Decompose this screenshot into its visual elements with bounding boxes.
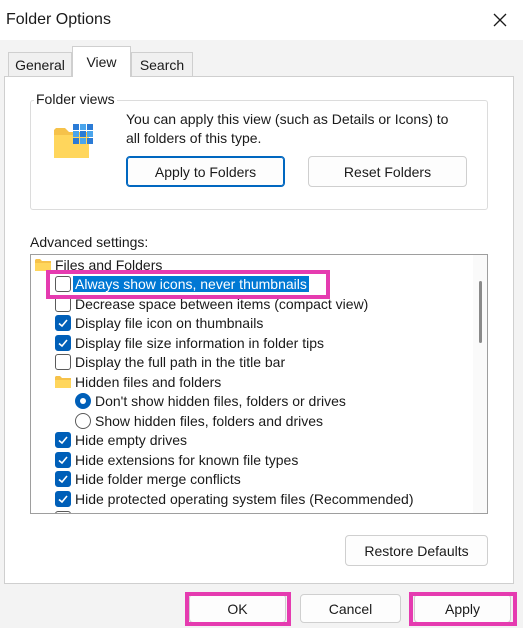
checkbox[interactable] (55, 431, 71, 448)
setting-label: Don't show hidden files, folders or driv… (95, 392, 346, 409)
checkbox[interactable] (55, 510, 71, 513)
checkmark-icon (58, 474, 68, 483)
tab-general-label: General (15, 57, 65, 73)
window-title: Folder Options (6, 11, 111, 28)
checkbox[interactable] (55, 470, 71, 487)
setting-label: Hide folder merge conflicts (75, 470, 241, 487)
setting-dont-show-hidden[interactable]: Don't show hidden files, folders or driv… (75, 391, 346, 410)
checkbox[interactable] (55, 490, 71, 507)
tree-group-files-and-folders: Files and Folders (35, 255, 162, 274)
advanced-settings-tree[interactable]: Files and Folders Always show icons, nev… (30, 254, 488, 514)
checkmark-icon (58, 455, 68, 464)
setting-label: Display file size information in folder … (75, 334, 324, 351)
checkmark-icon (58, 494, 68, 503)
setting-label: Display file icon on thumbnails (75, 314, 264, 331)
apply-to-folders-button[interactable]: Apply to Folders (126, 156, 285, 187)
setting-show-hidden[interactable]: Show hidden files, folders and drives (75, 411, 323, 430)
setting-label: Show hidden files, folders and drives (95, 412, 324, 429)
folder-views-label: Folder views (34, 91, 117, 107)
setting-display-file-icon[interactable]: Display file icon on thumbnails (55, 313, 263, 332)
checkbox[interactable] (55, 314, 71, 331)
cancel-button[interactable]: Cancel (300, 594, 401, 623)
tree-group-label: Hidden files and folders (75, 373, 222, 390)
checkbox[interactable] (55, 334, 71, 351)
vertical-scrollbar[interactable] (473, 255, 487, 513)
tab-general[interactable]: General (8, 52, 72, 77)
close-icon (493, 13, 507, 27)
setting-label: Decrease space between items (compact vi… (75, 295, 369, 312)
title-bar: Folder Options (0, 0, 523, 40)
tab-view[interactable]: View (72, 46, 131, 77)
folder-icon (35, 259, 51, 271)
folder-views-description-2: all folders of this type. (126, 130, 262, 146)
restore-defaults-button[interactable]: Restore Defaults (345, 535, 488, 566)
setting-label: Hide extensions for known file types (75, 451, 299, 468)
setting-decrease-space[interactable]: Decrease space between items (compact vi… (55, 294, 368, 313)
checkmark-icon (58, 435, 68, 444)
setting-partial-row[interactable] (55, 509, 71, 513)
tree-group-label: Files and Folders (55, 256, 163, 273)
setting-label: Hide protected operating system files (R… (75, 490, 414, 507)
apply-button[interactable]: Apply (414, 594, 511, 623)
advanced-settings-label: Advanced settings: (30, 234, 149, 250)
setting-label: Display the full path in the title bar (75, 353, 286, 370)
setting-always-show-icons[interactable]: Always show icons, never thumbnails (55, 274, 309, 293)
setting-hide-protected-files[interactable]: Hide protected operating system files (R… (55, 489, 414, 508)
ok-button[interactable]: OK (189, 594, 286, 623)
checkbox[interactable] (55, 295, 71, 312)
tree-group-hidden-files: Hidden files and folders (55, 372, 221, 391)
tab-search[interactable]: Search (131, 52, 193, 77)
setting-label: Always show icons, never thumbnails (73, 275, 309, 292)
reset-folders-button[interactable]: Reset Folders (308, 156, 467, 187)
checkmark-icon (58, 338, 68, 347)
tab-search-label: Search (139, 57, 185, 73)
folder-views-description-1: You can apply this view (such as Details… (126, 111, 449, 127)
checkbox[interactable] (55, 451, 71, 468)
setting-hide-merge-conflicts[interactable]: Hide folder merge conflicts (55, 469, 241, 488)
folder-view-icon (54, 124, 93, 158)
checkbox[interactable] (55, 353, 71, 370)
setting-label: Hide empty drives (75, 431, 188, 448)
setting-hide-empty-drives[interactable]: Hide empty drives (55, 430, 187, 449)
radio-button[interactable] (75, 412, 91, 429)
checkmark-icon (58, 318, 68, 327)
radio-button[interactable] (75, 392, 91, 409)
setting-hide-extensions[interactable]: Hide extensions for known file types (55, 450, 298, 469)
checkbox[interactable] (55, 275, 71, 292)
tab-view-label: View (86, 54, 117, 70)
scrollbar-thumb[interactable] (479, 281, 482, 343)
folder-icon (55, 376, 71, 388)
setting-display-full-path[interactable]: Display the full path in the title bar (55, 352, 285, 371)
setting-display-file-size[interactable]: Display file size information in folder … (55, 333, 324, 352)
close-button[interactable] (477, 0, 523, 40)
